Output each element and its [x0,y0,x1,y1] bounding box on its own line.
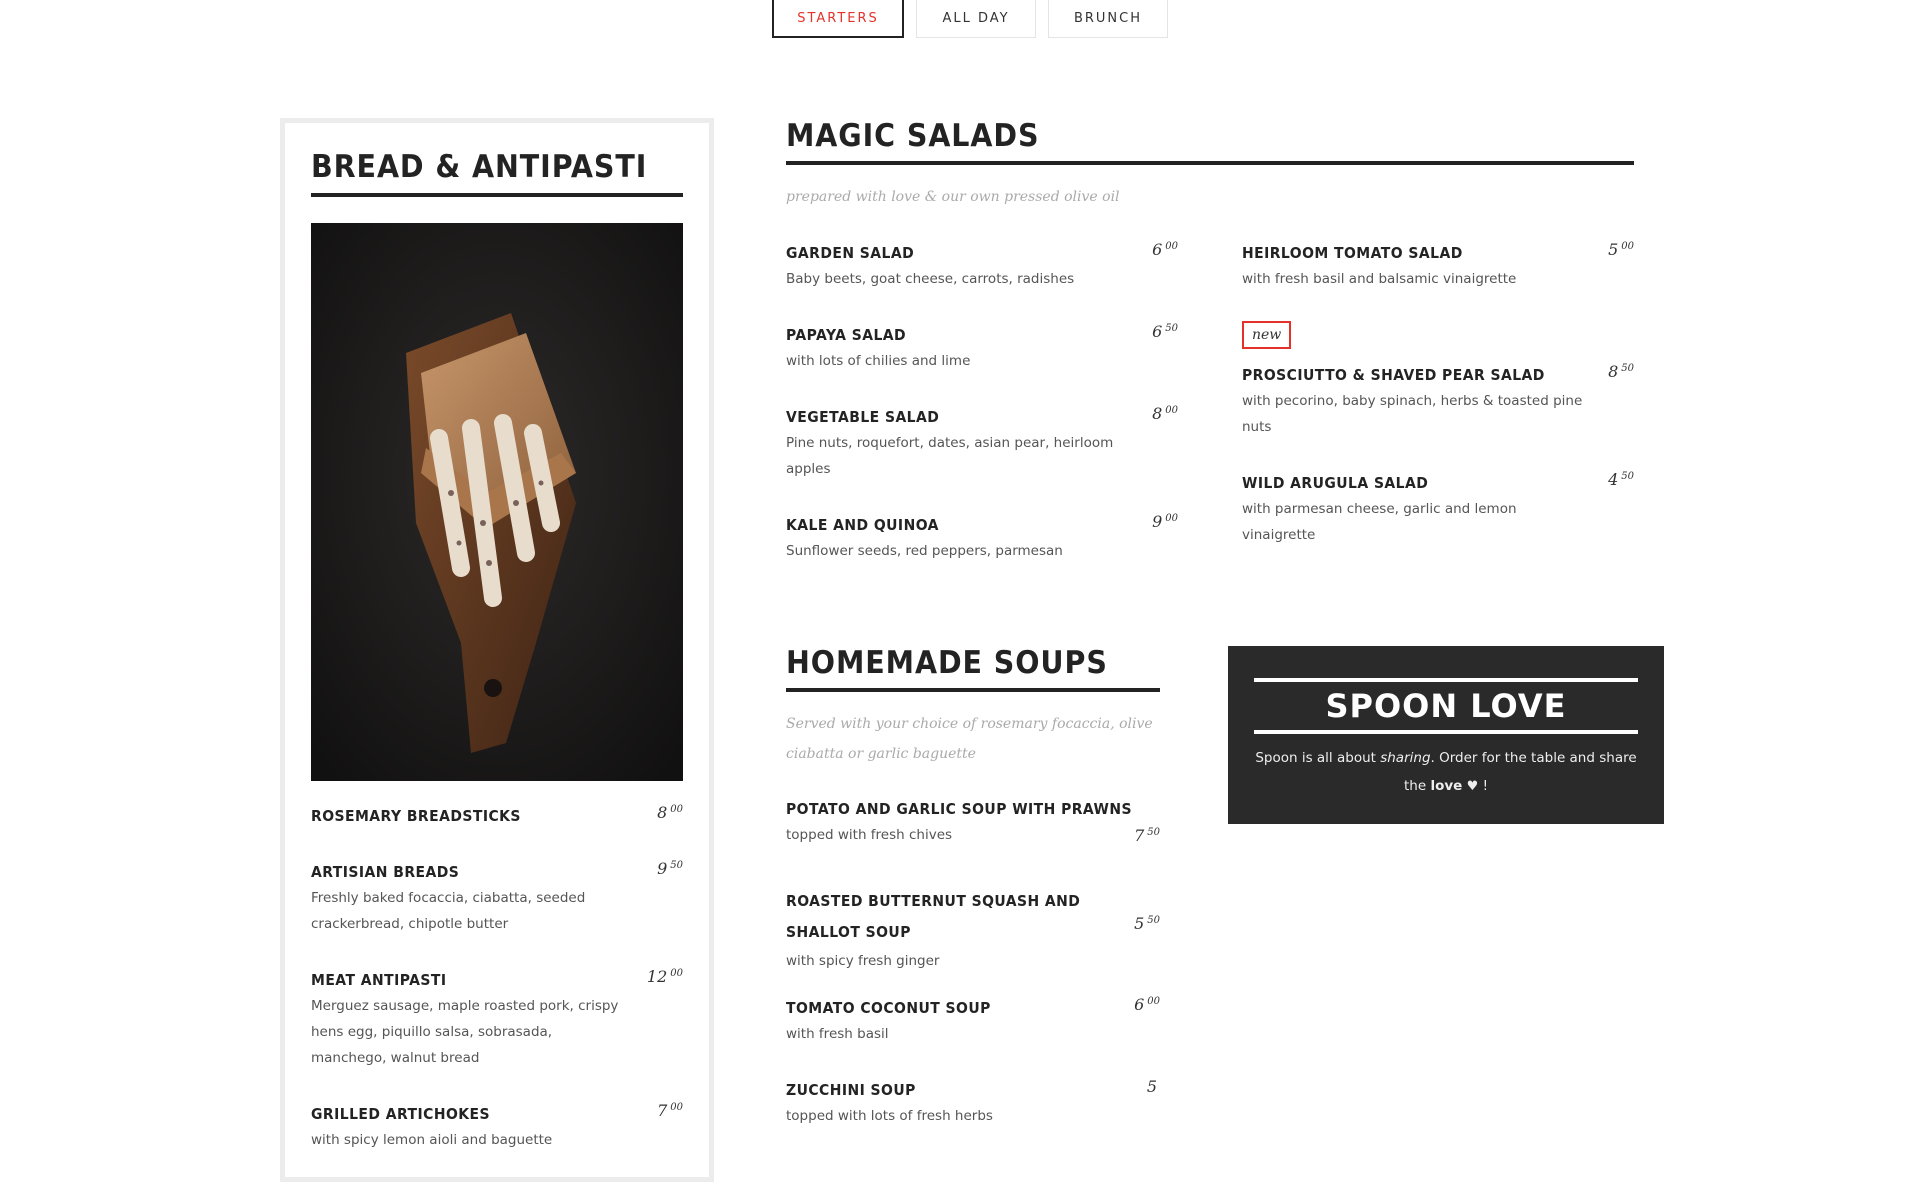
tab-starters[interactable]: STARTERS [772,0,904,38]
item-price: 9 00 [1152,512,1178,531]
spoon-love-box: SPOON LOVE Spoon is all about sharing. O… [1228,646,1664,824]
item-price: 7 50 [1134,826,1160,845]
tab-all-day[interactable]: ALL DAY [916,0,1036,38]
item-description: with fresh basil [786,1026,889,1042]
menu-item: POTATO AND GARLIC SOUP WITH PRAWNS toppe… [786,800,1160,848]
menu-item: HEIRLOOM TOMATO SALAD with fresh basil a… [1242,240,1634,292]
item-name: POTATO AND GARLIC SOUP WITH PRAWNS [786,800,1133,818]
item-description: with lots of chilies and lime [786,353,971,369]
item-description: with fresh basil and balsamic vinaigrett… [1242,271,1517,287]
item-price: 6 50 [1152,322,1178,341]
item-price: 7 00 [657,1101,683,1120]
item-price: 8 50 [1608,362,1634,381]
item-price: 8 00 [657,803,683,822]
item-description: with spicy lemon aioli and baguette [311,1132,553,1148]
item-name: ZUCCHINI SOUP [786,1081,916,1099]
section-title-bread: BREAD & ANTIPASTI [311,149,648,185]
soups-subtitle: Served with your choice of rosemary foca… [786,716,1153,762]
item-description: with parmesan cheese, garlic and lemon v… [1242,501,1517,543]
item-name: ROSEMARY BREADSTICKS [311,807,521,825]
menu-item: GARDEN SALAD Baby beets, goat cheese, ca… [786,240,1178,292]
item-price: 5 50 [1134,914,1160,933]
tab-brunch[interactable]: BRUNCH [1048,0,1168,38]
item-name: VEGETABLE SALAD [786,408,940,426]
spoon-love-title: SPOON LOVE [1254,678,1638,734]
menu-item: ARTISIAN BREADS Freshly baked focaccia, … [311,859,683,937]
item-name: ARTISIAN BREADS [311,863,460,881]
item-description: topped with fresh chives [786,827,953,843]
new-badge: new [1242,321,1292,349]
item-description: Baby beets, goat cheese, carrots, radish… [786,271,1075,287]
item-price: 6 00 [1134,995,1160,1014]
item-name: HEIRLOOM TOMATO SALAD [1242,244,1463,262]
item-description: topped with lots of fresh herbs [786,1108,993,1124]
bread-antipasti-card: BREAD & ANTIPASTI ROSEMARY BREADSTICKS 8… [280,118,714,1182]
item-name: PROSCIUTTO & SHAVED PEAR SALAD [1242,366,1545,384]
item-price: 5 [1146,1077,1157,1096]
item-price: 4 50 [1608,470,1634,489]
menu-item: MEAT ANTIPASTI Merguez sausage, maple ro… [311,967,683,1071]
item-price: 9 50 [657,859,683,878]
item-name: WILD ARUGULA SALAD [1242,474,1429,492]
item-price: 8 00 [1152,404,1178,423]
title-underline [311,193,683,197]
menu-item: PROSCIUTTO & SHAVED PEAR SALAD with peco… [1242,362,1634,440]
menu-tabs: STARTERS ALL DAY BRUNCH [772,0,1168,38]
item-description: Pine nuts, roquefort, dates, asian pear,… [786,435,1114,477]
menu-item: WILD ARUGULA SALAD with parmesan cheese,… [1242,470,1634,548]
heart-icon: ♥ [1466,779,1479,794]
item-description: with spicy fresh ginger [786,953,940,969]
menu-item: KALE AND QUINOA Sunflower seeds, red pep… [786,512,1178,564]
item-name: KALE AND QUINOA [786,516,939,534]
item-name: TOMATO COCONUT SOUP [786,999,991,1017]
item-name: MEAT ANTIPASTI [311,971,447,989]
breadsticks-photo [311,223,683,781]
item-description: Sunflower seeds, red peppers, parmesan [786,543,1063,559]
salads-subtitle: prepared with love & our own pressed oli… [786,189,1120,205]
item-description: Freshly baked focaccia, ciabatta, seeded… [311,890,586,932]
item-price: 12 00 [646,967,683,986]
item-name: GRILLED ARTICHOKES [311,1105,491,1123]
menu-item: PAPAYA SALAD with lots of chilies and li… [786,322,1178,374]
item-description: with pecorino, baby spinach, herbs & toa… [1242,393,1583,435]
menu-item: ROASTED BUTTERNUT SQUASH AND SHALLOT SOU… [786,886,1160,974]
menu-item: VEGETABLE SALAD Pine nuts, roquefort, da… [786,404,1178,482]
soups-underline [786,688,1160,692]
menu-item: GRILLED ARTICHOKES with spicy lemon aiol… [311,1101,683,1153]
item-price: 5 00 [1608,240,1634,259]
spoon-love-text: Spoon is all about sharing. Order for th… [1255,750,1637,794]
menu-item: ZUCCHINI SOUP topped with lots of fresh … [786,1077,1160,1129]
item-name: ROASTED BUTTERNUT SQUASH AND SHALLOT SOU… [786,892,1081,941]
menu-item: ROSEMARY BREADSTICKS 8 00 [311,803,683,825]
salads-underline [786,161,1634,165]
menu-item: TOMATO COCONUT SOUP with fresh basil 6 00 [786,995,1160,1047]
item-price: 6 00 [1152,240,1178,259]
section-title-soups: HOMEMADE SOUPS [786,645,1108,681]
item-description: Merguez sausage, maple roasted pork, cri… [311,998,619,1066]
item-name: GARDEN SALAD [786,244,915,262]
item-name: PAPAYA SALAD [786,326,907,344]
section-title-salads: MAGIC SALADS [786,118,1040,154]
